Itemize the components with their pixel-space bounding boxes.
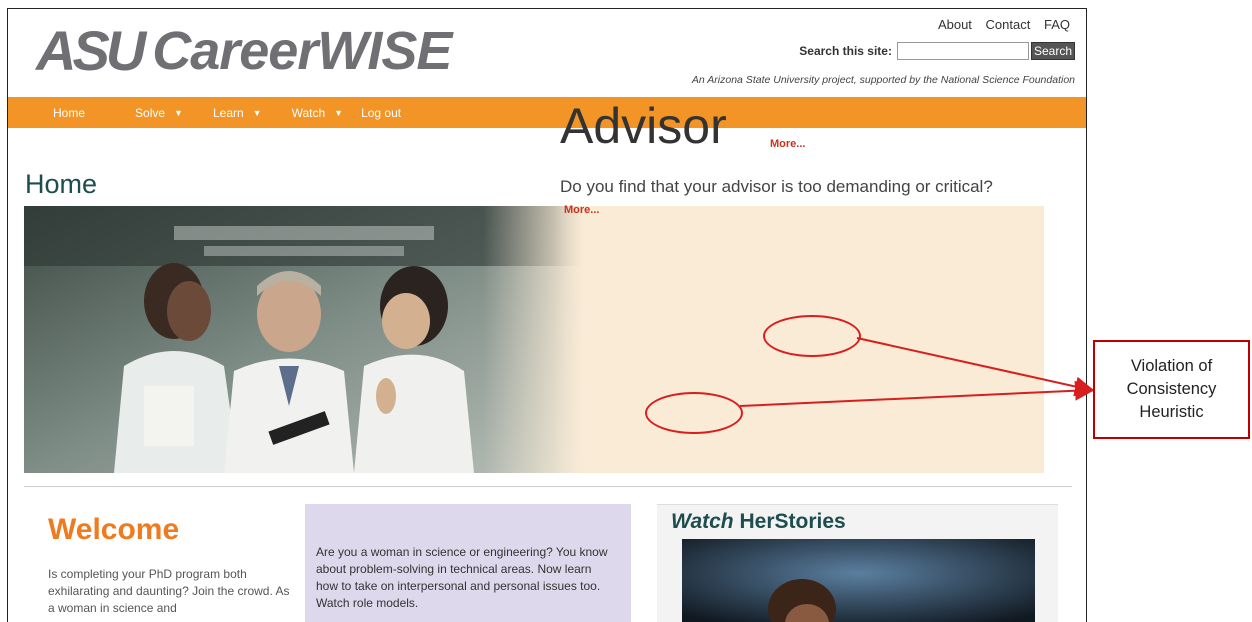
main-nav: Home Solve ▼ Learn ▼ Watch ▼ Log out	[8, 97, 1086, 128]
contact-link[interactable]: Contact	[986, 17, 1031, 32]
nav-item-logout[interactable]: Log out	[343, 106, 401, 120]
nav-label: Learn	[212, 105, 244, 120]
intro-panel: Are you a woman in science or engineerin…	[305, 504, 631, 622]
logo-asu-text: ASU	[36, 19, 146, 82]
top-links: About Contact FAQ	[928, 17, 1070, 32]
highlight-ellipse-1	[763, 315, 861, 357]
welcome-heading: Welcome	[48, 513, 180, 546]
highlight-ellipse-2	[645, 392, 743, 434]
hero-description: Do you find that your advisor is too dem…	[560, 176, 1000, 221]
site-logo[interactable]: ASU CareerWISE	[36, 19, 452, 82]
hero-question: Do you find that your advisor is too dem…	[560, 177, 993, 196]
page-title: Home	[25, 169, 98, 200]
search-button[interactable]: Search	[1030, 42, 1075, 60]
about-link[interactable]: About	[938, 17, 972, 32]
watch-heading: Watch HerStories	[671, 510, 846, 534]
annotation-text: Violation of Consistency Heuristic	[1126, 357, 1217, 421]
browser-page: ASU CareerWISE About Contact FAQ Search …	[7, 8, 1087, 622]
nav-label: Home	[53, 105, 86, 120]
hero-banner	[24, 206, 1044, 473]
nav-label: Watch	[291, 105, 326, 120]
section-divider	[24, 486, 1072, 487]
watch-heading-rest: HerStories	[739, 510, 846, 533]
more-link-text[interactable]: More...	[564, 204, 599, 216]
scientists-photo	[24, 206, 584, 473]
watch-herstories-panel: Watch HerStories	[657, 504, 1058, 622]
search-input[interactable]	[896, 42, 1029, 60]
nav-item-home[interactable]: Home	[8, 106, 85, 120]
nav-item-solve[interactable]: Solve ▼	[85, 106, 183, 120]
hero-title: Advisor	[560, 98, 727, 154]
nav-item-watch[interactable]: Watch ▼	[262, 106, 343, 120]
annotation-callout: Violation of Consistency Heuristic	[1093, 340, 1250, 439]
logo-careerwise-text: CareerWISE	[152, 21, 452, 81]
welcome-text: Is completing your PhD program both exhi…	[48, 567, 290, 615]
more-link-title[interactable]: More...	[770, 138, 805, 150]
nav-label: Solve	[135, 105, 166, 120]
nav-label: Log out	[361, 105, 402, 120]
chevron-down-icon: ▼	[174, 107, 183, 118]
search-label: Search this site:	[799, 44, 892, 58]
nav-item-learn[interactable]: Learn ▼	[183, 106, 262, 120]
chevron-down-icon: ▼	[252, 107, 262, 118]
chevron-down-icon: ▼	[334, 107, 344, 118]
site-tagline: An Arizona State University project, sup…	[691, 74, 1075, 86]
faq-link[interactable]: FAQ	[1044, 17, 1070, 32]
video-thumbnail[interactable]	[682, 539, 1035, 622]
welcome-panel: Welcome Is completing your PhD program b…	[36, 504, 304, 622]
intro-text: Are you a woman in science or engineerin…	[316, 545, 608, 610]
watch-heading-italic: Watch	[671, 510, 734, 533]
site-search: Search this site: Search	[799, 42, 1075, 60]
